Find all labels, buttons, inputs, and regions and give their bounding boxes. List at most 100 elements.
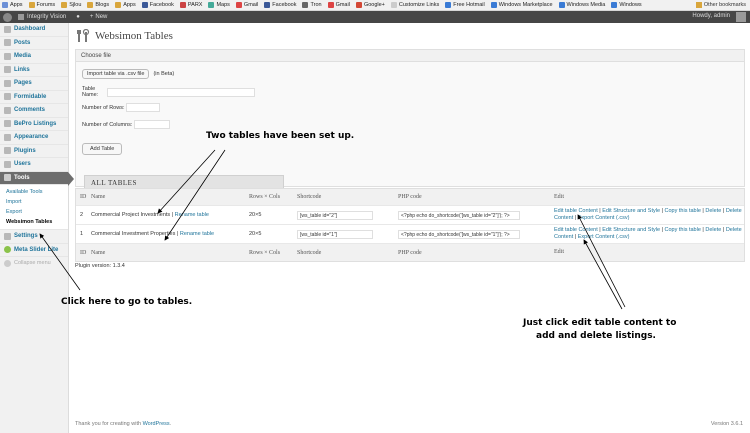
col-header-id: ID <box>80 194 87 200</box>
dashboard-icon <box>4 25 11 33</box>
bookmark-item[interactable]: Customize Links <box>390 2 439 8</box>
sidebar-item-posts[interactable]: Posts <box>0 37 68 50</box>
cols-input[interactable] <box>134 120 170 129</box>
sidebar-item-comments[interactable]: Comments <box>0 104 68 118</box>
howdy-account-link[interactable]: Howdy, admin <box>692 13 730 19</box>
submenu-item-available-tools[interactable]: Available Tools <box>6 187 68 197</box>
gmail-icon <box>327 2 334 8</box>
bookmark-item[interactable]: Maps <box>208 2 230 8</box>
main-content: Websimon Tables Choose file Import table… <box>69 23 750 433</box>
table-header-row: ID Name Rows × Cols Shortcode PHP code E… <box>76 189 744 206</box>
submenu-item-websimon-tables[interactable]: Websimon Tables <box>6 217 68 227</box>
php-code-field[interactable]: <?php echo do_shortcode('[ws_table id="1… <box>398 229 520 239</box>
edit-structure-link[interactable]: Edit Structure and Style <box>602 227 660 233</box>
rows-label: Number of Rows: <box>82 104 125 111</box>
bookmark-item[interactable]: Free Hotmail <box>445 2 485 8</box>
col-header-php: PHP code <box>398 194 422 200</box>
plugins-icon <box>4 147 11 155</box>
sidebar-item-users[interactable]: Users <box>0 158 68 172</box>
edit-structure-link[interactable]: Edit Structure and Style <box>602 208 660 214</box>
sidebar-item-meta-slider[interactable]: Meta Slider Lite <box>0 244 68 257</box>
wordpress-logo-icon[interactable] <box>3 12 12 22</box>
sidebar-item-tools[interactable]: Tools <box>0 171 74 185</box>
php-code-field[interactable]: <?php echo do_shortcode('[ws_table id="2… <box>398 210 520 220</box>
link-icon <box>4 66 11 74</box>
copy-table-link[interactable]: Copy this table <box>665 208 701 214</box>
table-footer-row: ID Name Rows × Cols Shortcode PHP code E… <box>76 244 744 261</box>
sidebar-item-settings[interactable]: Settings <box>0 230 68 244</box>
bookmark-item[interactable]: Tron <box>302 2 322 8</box>
collapse-icon <box>4 259 11 267</box>
sidebar-item-pages[interactable]: Pages <box>0 77 68 91</box>
bookmark-item[interactable]: Blogs <box>87 2 109 8</box>
rows-input[interactable] <box>126 103 160 112</box>
pages-icon <box>4 79 11 87</box>
bookmark-item[interactable]: Windows Marketplace <box>490 2 553 8</box>
home-icon <box>18 14 24 20</box>
bookmark-item[interactable]: Windows Media <box>558 2 605 8</box>
table-name-input[interactable] <box>107 87 255 97</box>
bookmark-item[interactable]: Forums <box>28 2 55 8</box>
admin-bar: Integrity Vision ● + New Howdy, admin <box>0 11 750 23</box>
sidebar-item-formidable[interactable]: Formidable <box>0 91 68 104</box>
bookmark-item[interactable]: Windows <box>611 2 642 8</box>
footer-thanks: Thank you for creating with WordPress. <box>75 421 172 427</box>
copy-table-link[interactable]: Copy this table <box>665 227 701 233</box>
col-footer-edit: Edit <box>554 249 564 255</box>
import-csv-button[interactable]: Import table via .csv file <box>82 69 150 79</box>
bookmarks-bar: Apps Forums Sjlou Blogs Apps Facebook PA… <box>0 0 750 11</box>
settings-icon <box>4 232 11 240</box>
submenu-item-export[interactable]: Export <box>6 207 68 217</box>
sidebar-item-links[interactable]: Links <box>0 64 68 77</box>
rename-table-link[interactable]: Rename table <box>175 212 209 218</box>
apps-icon <box>2 2 8 8</box>
comments-icon[interactable]: ● <box>76 14 80 20</box>
page-icon <box>390 2 397 8</box>
sidebar-item-bepro-listings[interactable]: BePro Listings <box>0 118 68 131</box>
row-name: Commercial Investment Properties | Renam… <box>91 231 215 237</box>
rename-table-link[interactable]: Rename table <box>180 231 214 237</box>
bookmark-item[interactable]: Gmail <box>235 2 258 8</box>
bookmark-item[interactable]: Apps <box>115 2 136 8</box>
formidable-icon <box>4 93 11 101</box>
add-table-button[interactable]: Add Table <box>82 143 123 155</box>
bookmark-item[interactable]: Apps <box>2 2 23 8</box>
collapse-menu-button[interactable]: Collapse menu <box>0 257 68 269</box>
bookmark-item[interactable]: Facebook <box>141 2 174 8</box>
col-footer-name: Name <box>91 249 106 256</box>
plus-icon: + <box>89 14 94 20</box>
new-content-button[interactable]: + New <box>90 14 108 20</box>
sidebar-item-appearance[interactable]: Appearance <box>0 131 68 145</box>
maps-icon <box>208 2 215 8</box>
export-content-link[interactable]: Export Content (.csv) <box>578 234 630 240</box>
col-header-rows-cols: Rows × Cols <box>249 194 281 200</box>
site-icon <box>179 2 186 8</box>
bookmark-item[interactable]: Google+ <box>355 2 385 8</box>
other-bookmarks[interactable]: Other bookmarks <box>695 2 746 8</box>
avatar[interactable] <box>736 12 746 22</box>
bookmark-item[interactable]: Sjlou <box>61 2 81 8</box>
bookmark-item[interactable]: Facebook <box>264 2 296 8</box>
bookmark-item[interactable]: PARX <box>179 2 202 8</box>
export-content-link[interactable]: Export Content (.csv) <box>578 215 630 221</box>
delete-table-link[interactable]: Delete <box>705 208 721 214</box>
page-title: Websimon Tables <box>95 30 173 42</box>
bookmark-item[interactable]: Gmail <box>327 2 350 8</box>
edit-table-content-link[interactable]: Edit table Content <box>554 208 598 214</box>
sidebar-item-media[interactable]: Media <box>0 50 68 64</box>
row-id: 2 <box>80 212 84 218</box>
row-edit-links: Edit table Content | Edit Structure and … <box>554 227 742 240</box>
site-name-link[interactable]: Integrity Vision <box>18 14 66 20</box>
wordpress-link[interactable]: WordPress <box>143 421 170 427</box>
sidebar-item-dashboard[interactable]: Dashboard <box>0 23 68 37</box>
sidebar-item-plugins[interactable]: Plugins <box>0 145 68 158</box>
facebook-icon <box>264 2 271 8</box>
shortcode-field[interactable]: [ws_table id="1"] <box>297 229 373 239</box>
submenu-item-import[interactable]: Import <box>6 197 68 207</box>
shortcode-field[interactable]: [ws_table id="2"] <box>297 210 373 220</box>
edit-table-content-link[interactable]: Edit table Content <box>554 227 598 233</box>
admin-sidebar: Dashboard Posts Media Links Pages Formid… <box>0 23 74 433</box>
col-footer-php: PHP code <box>398 249 422 256</box>
col-footer-id: ID <box>80 249 87 256</box>
delete-table-link[interactable]: Delete <box>705 227 721 233</box>
